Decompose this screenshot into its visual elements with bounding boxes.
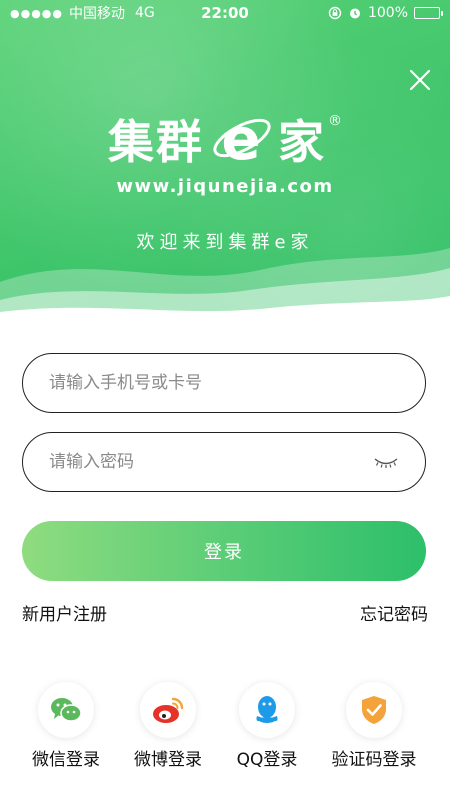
qq-login[interactable]: QQ登录 — [212, 682, 322, 770]
brand-url: www.jiqunejia.com — [116, 176, 334, 197]
welcome-text: 欢迎来到集群e家 — [136, 232, 314, 253]
weibo-login[interactable]: 微博登录 — [113, 682, 223, 770]
forgot-password-link[interactable]: 忘记密码 — [360, 600, 428, 625]
close-icon[interactable] — [406, 66, 434, 94]
brand-name-part2: 家 — [278, 115, 326, 169]
brand-e-icon: e — [213, 105, 271, 173]
wechat-login-label: 微信登录 — [32, 750, 100, 770]
verify-code-login[interactable]: 验证码登录 — [319, 682, 429, 770]
status-bar: ●●●●● 中国移动 4G 22:00 100% — [0, 0, 450, 26]
verify-shield-icon — [346, 682, 402, 738]
status-time: 22:00 — [201, 4, 249, 22]
password-field[interactable] — [22, 432, 426, 492]
login-button[interactable]: 登录 — [22, 521, 426, 581]
svg-text:e: e — [221, 105, 260, 173]
qq-login-label: QQ登录 — [236, 750, 298, 770]
brand-logo: 集群 e 家 ® — [0, 104, 450, 174]
phone-field[interactable] — [22, 353, 426, 413]
weibo-login-label: 微博登录 — [134, 750, 202, 770]
registered-mark: ® — [328, 113, 342, 129]
weibo-icon — [140, 682, 196, 738]
verify-code-login-label: 验证码登录 — [331, 750, 417, 770]
phone-input[interactable] — [49, 373, 399, 393]
brand-name-part1: 集群 — [108, 115, 204, 169]
wechat-login[interactable]: 微信登录 — [11, 682, 121, 770]
wechat-icon — [38, 682, 94, 738]
register-link[interactable]: 新用户注册 — [22, 600, 107, 625]
qq-icon — [239, 682, 295, 738]
password-input[interactable] — [49, 452, 373, 472]
battery-icon — [414, 7, 443, 19]
eye-closed-icon[interactable] — [373, 455, 399, 469]
